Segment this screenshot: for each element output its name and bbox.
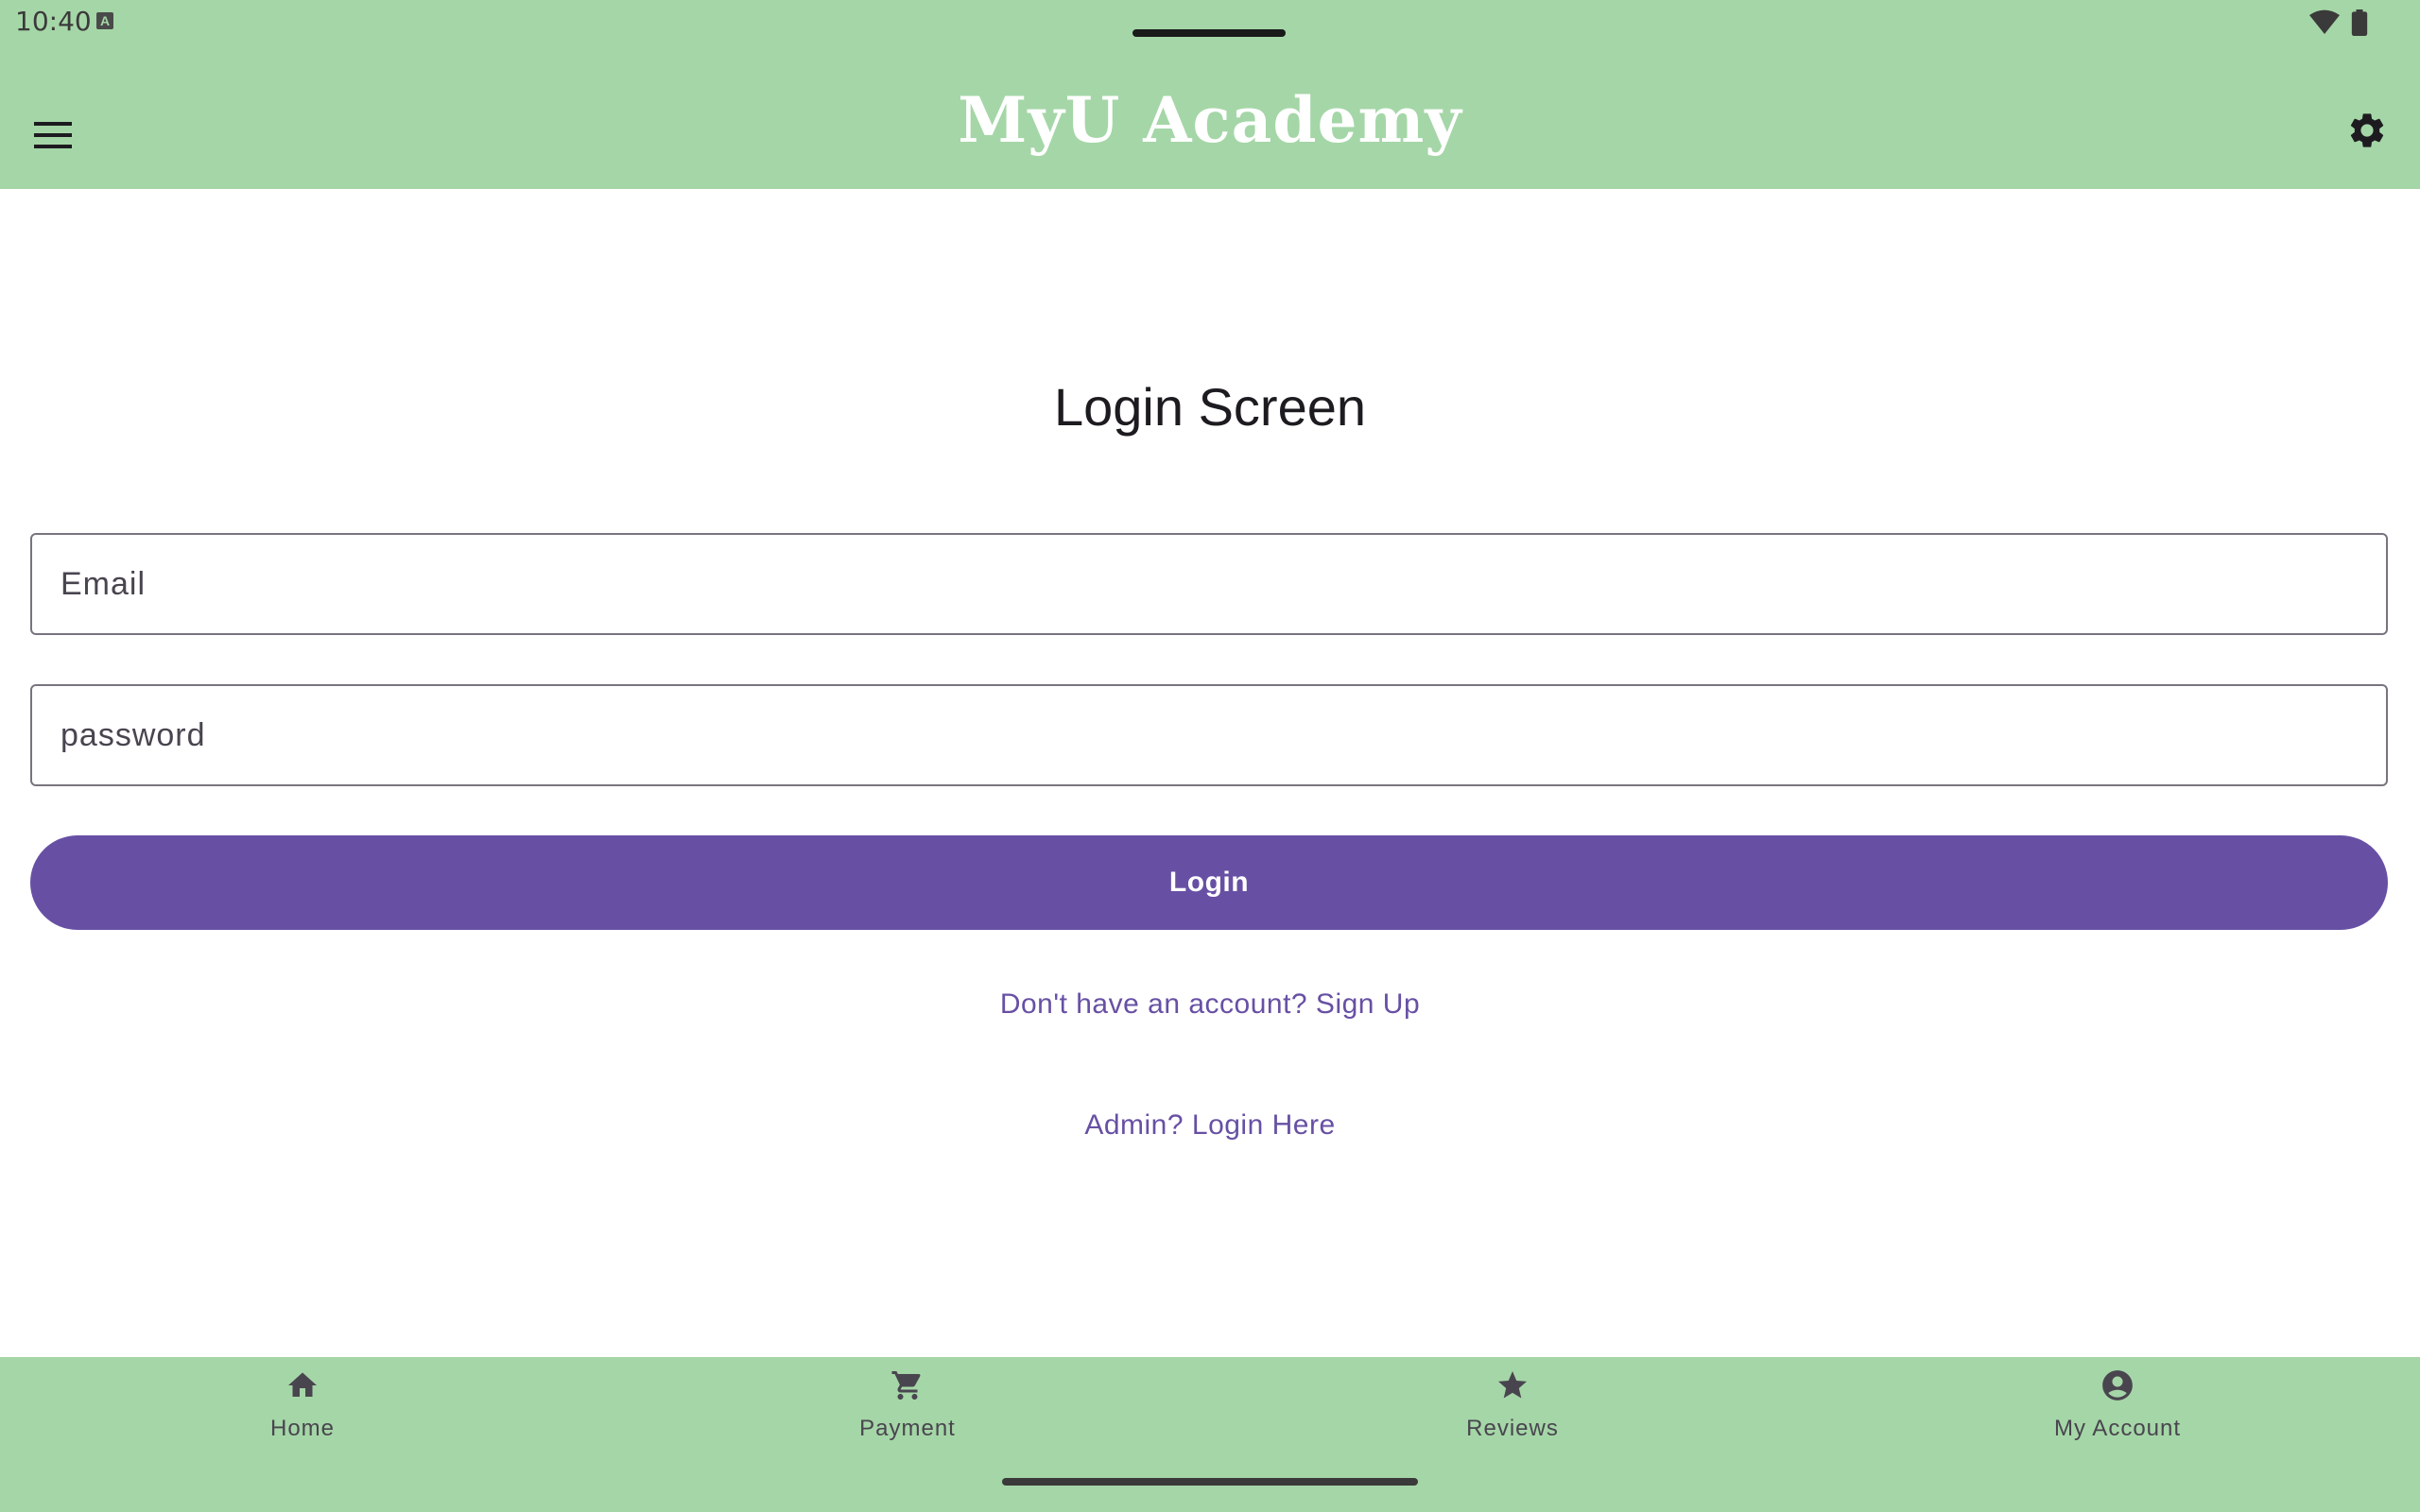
star-icon — [1495, 1366, 1530, 1404]
battery-icon — [2350, 9, 2369, 41]
home-icon — [285, 1366, 320, 1404]
cart-icon — [890, 1366, 925, 1404]
top-app-bar: 10:40 A MyU Academy — [0, 0, 2420, 189]
gesture-navigation-bar[interactable] — [1002, 1478, 1418, 1486]
camera-notch — [1132, 29, 1286, 37]
login-button[interactable]: Login — [30, 835, 2388, 930]
status-time: 10:40 — [15, 6, 92, 37]
nav-label-reviews: Reviews — [1466, 1416, 1559, 1441]
nav-item-my-account[interactable]: My Account — [1815, 1357, 2420, 1461]
bottom-navigation: Home Payment Reviews My Account — [0, 1357, 2420, 1512]
nav-item-home[interactable]: Home — [0, 1357, 605, 1461]
keyboard-indicator-icon: A — [96, 12, 113, 29]
gear-icon[interactable] — [2341, 104, 2394, 157]
nav-label-payment: Payment — [859, 1416, 956, 1441]
password-field[interactable] — [30, 684, 2388, 786]
nav-item-reviews[interactable]: Reviews — [1210, 1357, 1815, 1461]
email-input[interactable] — [32, 535, 2386, 633]
email-field[interactable] — [30, 533, 2388, 635]
page-title: Login Screen — [1053, 377, 1366, 437]
password-input[interactable] — [32, 686, 2386, 784]
account-circle-icon — [2100, 1366, 2135, 1404]
nav-item-payment[interactable]: Payment — [605, 1357, 1210, 1461]
wifi-icon — [2309, 9, 2340, 41]
signup-link[interactable]: Don't have an account? Sign Up — [0, 988, 2420, 1021]
admin-login-link[interactable]: Admin? Login Here — [0, 1109, 2420, 1142]
nav-label-home: Home — [269, 1416, 336, 1441]
nav-label-my-account: My Account — [2053, 1416, 2182, 1441]
app-title: MyU Academy — [958, 83, 1462, 157]
